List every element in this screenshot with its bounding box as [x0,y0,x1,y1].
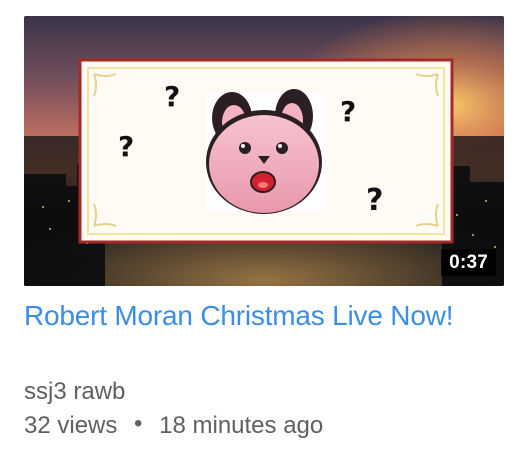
video-title-link[interactable]: Robert Moran Christmas Live Now! [24,296,464,336]
question-mark-icon: ? [164,80,180,113]
video-thumbnail[interactable]: ? ? ? ? 0:37 [24,16,504,286]
pink-creature-face-icon [206,89,324,214]
duration-badge: 0:37 [441,249,496,276]
metadata-separator: • [134,410,143,437]
thumbnail-artwork: ? ? ? ? [24,16,504,286]
channel-name-link[interactable]: ssj3 rawb [24,378,125,406]
upload-time: 18 minutes ago [159,412,324,439]
video-metadata: 32 views • 18 minutes ago [24,410,324,440]
question-mark-icon: ? [340,95,356,128]
question-mark-icon: ? [366,183,383,218]
video-card: ? ? ? ? 0:37 Robert Moran Christmas Live… [0,0,512,468]
view-count: 32 views [24,412,118,439]
question-mark-icon: ? [118,130,134,163]
